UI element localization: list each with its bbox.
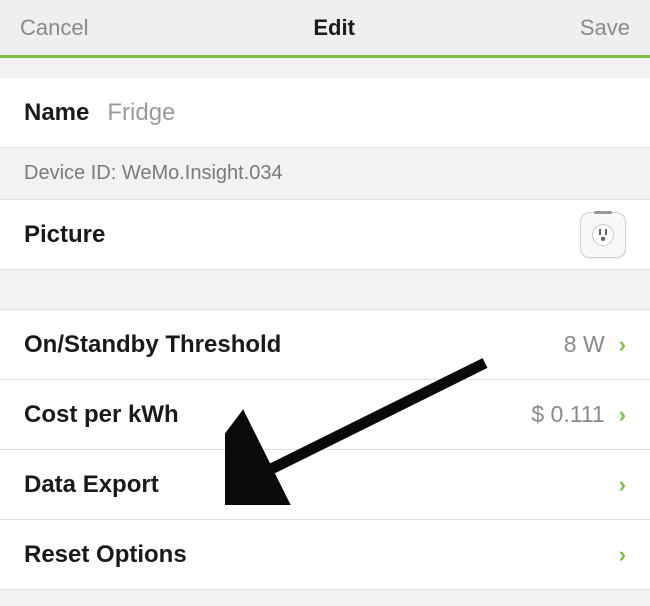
reset-options-row[interactable]: Reset Options › <box>0 520 650 590</box>
chevron-right-icon: › <box>619 472 626 498</box>
threshold-label: On/Standby Threshold <box>24 331 281 359</box>
page-title: Edit <box>313 15 355 41</box>
section-gap <box>0 270 650 310</box>
chevron-right-icon: › <box>619 402 626 428</box>
chevron-right-icon: › <box>619 542 626 568</box>
section-gap <box>0 58 650 78</box>
reset-label: Reset Options <box>24 541 187 569</box>
threshold-row[interactable]: On/Standby Threshold 8 W › <box>0 310 650 380</box>
device-id-value: WeMo.Insight.034 <box>122 162 283 184</box>
name-input[interactable]: Fridge <box>107 99 175 127</box>
cancel-button[interactable]: Cancel <box>20 15 88 41</box>
name-label: Name <box>24 99 89 127</box>
data-export-row[interactable]: Data Export › <box>0 450 650 520</box>
picture-row[interactable]: Picture <box>0 200 650 270</box>
name-row[interactable]: Name Fridge <box>0 78 650 148</box>
save-button[interactable]: Save <box>580 15 630 41</box>
cost-label: Cost per kWh <box>24 401 179 429</box>
cost-value: $ 0.111 <box>531 401 604 428</box>
chevron-right-icon: › <box>619 332 626 358</box>
data-export-label: Data Export <box>24 471 159 499</box>
device-id-label: Device ID: <box>24 162 116 184</box>
threshold-value: 8 W <box>564 331 605 358</box>
device-picture-icon <box>580 212 626 258</box>
picture-label: Picture <box>24 221 105 249</box>
nav-bar: Cancel Edit Save <box>0 0 650 58</box>
device-id-row: Device ID: WeMo.Insight.034 <box>0 148 650 200</box>
cost-per-kwh-row[interactable]: Cost per kWh $ 0.111 › <box>0 380 650 450</box>
